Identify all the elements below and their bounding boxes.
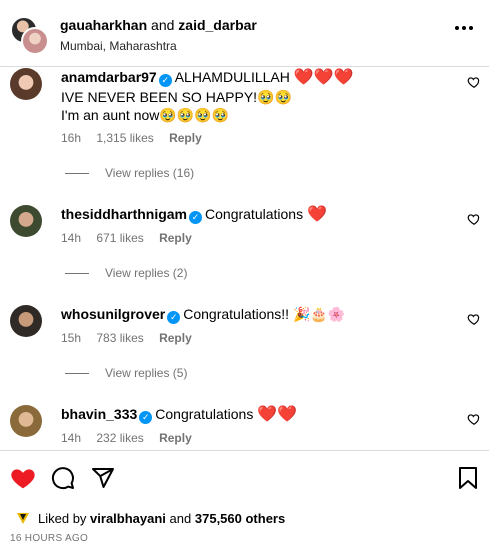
view-replies-label: View replies (2): [105, 266, 188, 280]
share-icon[interactable]: [91, 466, 115, 490]
author-link[interactable]: gauaharkhan: [60, 17, 147, 33]
comment-likes[interactable]: 783 likes: [96, 331, 143, 345]
comment-icon[interactable]: [51, 466, 75, 490]
collab-avatars[interactable]: [10, 16, 49, 55]
avatar: [21, 27, 49, 55]
post-header: gauaharkhan and zaid_darbar Mumbai, Maha…: [0, 0, 489, 67]
celebration-emojis: 🎉🎂🌸: [292, 306, 346, 322]
comment-likes[interactable]: 671 likes: [96, 231, 143, 245]
liker-username[interactable]: viralbhayani: [90, 511, 166, 526]
others-count[interactable]: 375,560 others: [195, 511, 285, 526]
liker-avatar-icon: [17, 513, 29, 524]
comment-time: 15h: [61, 331, 82, 345]
avatar[interactable]: [10, 405, 42, 437]
heart-emoji: ❤️❤️❤️: [293, 69, 354, 86]
heart-outline-icon[interactable]: [467, 412, 481, 426]
avatar[interactable]: [10, 205, 42, 237]
post-timestamp: 16 HOURS AGO: [10, 533, 89, 544]
comment-text: Congratulations!!: [183, 306, 290, 322]
comment-username[interactable]: whosunilgrover: [61, 306, 165, 322]
verified-badge-icon: ✓: [189, 211, 203, 224]
avatar[interactable]: [10, 305, 42, 337]
comment-text: Congratulations: [205, 206, 304, 222]
verified-badge-icon: ✓: [139, 411, 153, 424]
comment-username[interactable]: anamdarbar97: [61, 69, 157, 85]
heart-filled-icon[interactable]: [10, 465, 36, 491]
view-replies-button[interactable]: View replies (16): [65, 166, 194, 180]
divider: [65, 273, 89, 275]
verified-badge-icon: ✓: [167, 311, 181, 324]
author-connector: and: [151, 17, 175, 33]
view-replies-label: View replies (5): [105, 366, 188, 380]
divider: [65, 373, 89, 375]
reply-button[interactable]: Reply: [159, 231, 192, 245]
comment-meta: 15h 783 likes Reply: [61, 331, 204, 345]
comment-username[interactable]: thesiddharthnigam: [61, 206, 187, 222]
author-link[interactable]: zaid_darbar: [178, 17, 257, 33]
reply-button[interactable]: Reply: [169, 131, 202, 145]
more-horizontal-icon[interactable]: [455, 26, 473, 32]
view-replies-button[interactable]: View replies (2): [65, 266, 187, 280]
heart-emoji: ❤️: [306, 206, 327, 223]
comment-text: IVE NEVER BEEN SO HAPPY!🥹🥹: [61, 89, 292, 105]
post-authors: gauaharkhan and zaid_darbar: [60, 17, 257, 33]
comment-time: 16h: [61, 131, 82, 145]
heart-outline-icon[interactable]: [467, 75, 481, 89]
comment-text: Congratulations: [155, 406, 254, 422]
liked-by-label: Liked by: [38, 511, 87, 526]
comment-text: I'm an aunt now🥹🥹🥹🥹: [61, 107, 230, 123]
divider: [65, 173, 89, 175]
location-link[interactable]: Mumbai, Maharashtra: [60, 39, 177, 53]
comment-likes[interactable]: 1,315 likes: [96, 131, 153, 145]
view-replies-button[interactable]: View replies (5): [65, 366, 187, 380]
view-replies-label: View replies (16): [105, 166, 195, 180]
comment-meta: 14h 232 likes Reply: [61, 431, 204, 445]
comment-time: 14h: [61, 431, 82, 445]
heart-emoji: ❤️❤️: [257, 406, 298, 423]
comment-likes[interactable]: 232 likes: [96, 431, 143, 445]
reply-button[interactable]: Reply: [159, 431, 192, 445]
and-label: and: [169, 511, 192, 526]
post-actions: Liked by viralbhayani and 375,560 others…: [0, 450, 489, 554]
heart-outline-icon[interactable]: [467, 312, 481, 326]
comment-meta: 16h 1,315 likes Reply: [61, 131, 214, 145]
comment-username[interactable]: bhavin_333: [61, 406, 137, 422]
bookmark-icon[interactable]: [457, 466, 479, 490]
likes-summary[interactable]: Liked by viralbhayani and 375,560 others: [16, 511, 285, 526]
comment-meta: 14h 671 likes Reply: [61, 231, 204, 245]
avatar[interactable]: [10, 68, 42, 100]
comment-time: 14h: [61, 231, 82, 245]
heart-outline-icon[interactable]: [467, 212, 481, 226]
reply-button[interactable]: Reply: [159, 331, 192, 345]
comment-text: ALHAMDULILLAH: [174, 69, 290, 85]
verified-badge-icon: ✓: [158, 74, 172, 87]
